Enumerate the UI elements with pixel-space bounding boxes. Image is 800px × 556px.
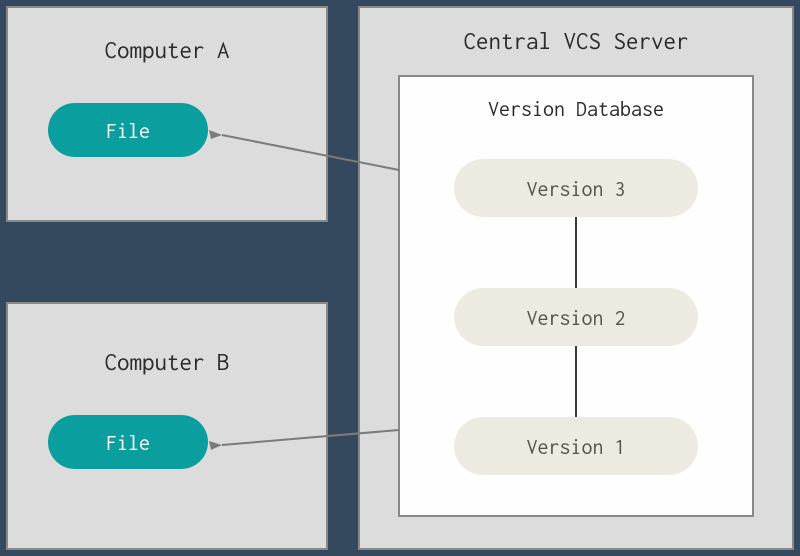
vcs-diagram: Computer A File Computer B File Central … bbox=[0, 0, 800, 556]
server-panel: Central VCS Server Version Database Vers… bbox=[359, 7, 793, 549]
computer-b-title: Computer B bbox=[104, 349, 229, 375]
computer-a-file-label: File bbox=[106, 120, 150, 143]
computer-b-panel: Computer B File bbox=[7, 303, 327, 549]
computer-a-title: Computer A bbox=[104, 37, 230, 63]
version-1-label: Version 1 bbox=[526, 436, 625, 459]
version-database-panel: Version Database Version 3 Version 2 Ver… bbox=[399, 76, 753, 516]
computer-b-file-label: File bbox=[106, 432, 150, 455]
server-title: Central VCS Server bbox=[463, 28, 688, 54]
version-3-label: Version 3 bbox=[526, 178, 625, 201]
computer-a-panel: Computer A File bbox=[7, 7, 327, 221]
version-database-title: Version Database bbox=[488, 98, 664, 121]
version-2-label: Version 2 bbox=[526, 307, 625, 330]
